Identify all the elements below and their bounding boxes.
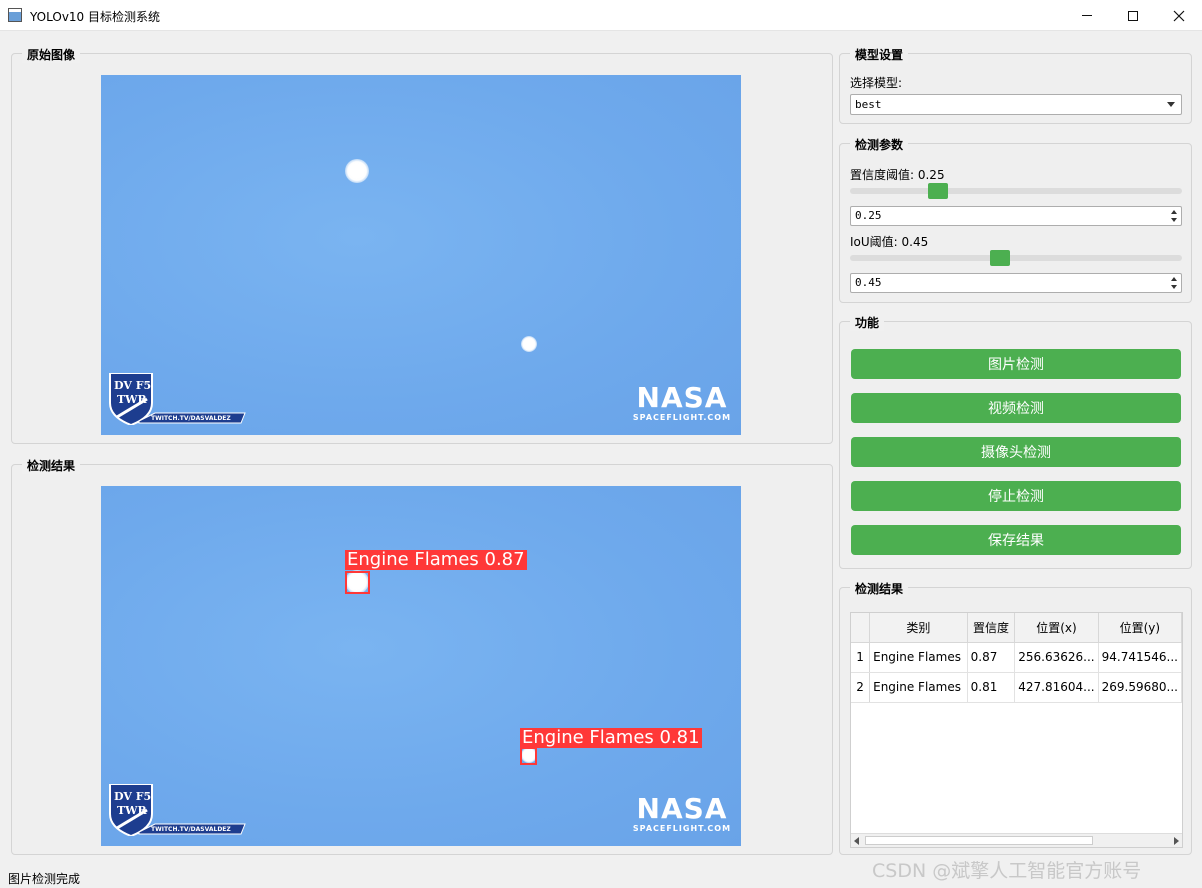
- results-table-panel: 检测结果 类别 置信度 位置(x) 位置(y) 1 Engine Flames …: [839, 580, 1192, 855]
- results-table[interactable]: 类别 置信度 位置(x) 位置(y) 1 Engine Flames 0.87 …: [850, 612, 1183, 848]
- conf-slider-handle[interactable]: [928, 183, 948, 199]
- detection-box-1: [345, 571, 370, 594]
- maximize-icon: [1128, 10, 1138, 21]
- model-select-label: 选择模型:: [850, 76, 903, 90]
- results-grid: 类别 置信度 位置(x) 位置(y) 1 Engine Flames 0.87 …: [851, 613, 1182, 703]
- original-image: DV F5 TWR TWITCH.TV/DASVALDEZ NASA SPACE…: [101, 75, 741, 435]
- conf-spinbox[interactable]: 0.25: [850, 206, 1182, 226]
- detection-result-title: 检测结果: [22, 457, 81, 474]
- camera-detect-button[interactable]: 摄像头检测: [851, 437, 1181, 467]
- stop-detect-button[interactable]: 停止检测: [851, 481, 1181, 511]
- cell-class[interactable]: Engine Flames: [869, 672, 968, 703]
- nasa-word: NASA: [636, 792, 728, 825]
- image-detect-button[interactable]: 图片检测: [851, 349, 1181, 379]
- header-class[interactable]: 类别: [869, 613, 968, 643]
- scroll-right-icon[interactable]: [1174, 837, 1179, 845]
- iou-slider[interactable]: [850, 250, 1182, 266]
- dv-line2: TWR: [117, 804, 147, 817]
- conf-slider[interactable]: [850, 183, 1182, 199]
- app-icon: [8, 8, 22, 22]
- detection-label-2: Engine Flames 0.81: [520, 727, 702, 748]
- conf-spinbox-value: 0.25: [855, 209, 882, 222]
- results-table-title: 检测结果: [850, 580, 909, 597]
- header-confidence[interactable]: 置信度: [967, 613, 1016, 643]
- minimize-icon: [1082, 15, 1092, 16]
- original-image-title: 原始图像: [22, 46, 81, 63]
- cell-pos-y[interactable]: 269.59680...: [1098, 672, 1182, 703]
- table-row[interactable]: 1 Engine Flames 0.87 256.63626... 94.741…: [851, 642, 1182, 673]
- spin-down-icon[interactable]: [1169, 283, 1179, 291]
- header-pos-y[interactable]: 位置(y): [1098, 613, 1182, 643]
- cell-confidence[interactable]: 0.87: [967, 642, 1016, 673]
- conf-threshold-label: 置信度阈值: 0.25: [850, 168, 945, 182]
- close-icon: [1173, 10, 1185, 21]
- spin-down-icon[interactable]: [1169, 216, 1179, 224]
- save-result-button[interactable]: 保存结果: [851, 525, 1181, 555]
- scroll-left-icon[interactable]: [854, 837, 859, 845]
- chevron-down-icon: [1167, 102, 1175, 107]
- table-corner[interactable]: [851, 613, 871, 643]
- original-image-panel: 原始图像 DV F5 TWR TWITCH.TV/DASVALDEZ NASA …: [11, 46, 833, 444]
- detection-result-panel: 检测结果 Engine Flames 0.87 Engine Flames 0.…: [11, 457, 833, 855]
- table-row[interactable]: 2 Engine Flames 0.81 427.81604... 269.59…: [851, 672, 1182, 703]
- iou-spinbox[interactable]: 0.45: [850, 273, 1182, 293]
- dv-url: TWITCH.TV/DASVALDEZ: [151, 826, 231, 833]
- title-bar: YOLOv10 目标检测系统: [0, 0, 1202, 31]
- minimize-button[interactable]: [1064, 0, 1110, 31]
- dv-url: TWITCH.TV/DASVALDEZ: [151, 415, 231, 422]
- detection-box-2: [520, 747, 537, 765]
- spin-up-icon[interactable]: [1169, 208, 1179, 216]
- cell-pos-x[interactable]: 256.63626...: [1014, 642, 1099, 673]
- row-index[interactable]: 1: [851, 642, 871, 673]
- nasa-word: NASA: [636, 381, 728, 414]
- dv-line1: DV F5: [114, 790, 152, 803]
- detection-label-1: Engine Flames 0.87: [345, 549, 527, 570]
- iou-slider-handle[interactable]: [990, 250, 1011, 266]
- flame-1: [345, 159, 369, 183]
- close-button[interactable]: [1156, 0, 1202, 31]
- flame-2: [521, 336, 537, 352]
- video-detect-button[interactable]: 视频检测: [851, 393, 1181, 423]
- cell-pos-x[interactable]: 427.81604...: [1014, 672, 1099, 703]
- cell-class[interactable]: Engine Flames: [869, 642, 968, 673]
- result-image: Engine Flames 0.87 Engine Flames 0.81 DV…: [101, 486, 741, 846]
- model-settings-title: 模型设置: [850, 46, 909, 63]
- page-watermark: CSDN @斌擎人工智能官方账号: [872, 860, 1142, 882]
- iou-threshold-label: IoU阈值: 0.45: [850, 235, 929, 249]
- nasa-logo: NASA SPACEFLIGHT.COM: [628, 383, 736, 427]
- spin-up-icon[interactable]: [1169, 275, 1179, 283]
- table-horizontal-scrollbar[interactable]: [851, 833, 1182, 847]
- model-select-value: best: [855, 98, 882, 111]
- iou-spinbox-value: 0.45: [855, 276, 882, 289]
- row-index[interactable]: 2: [851, 672, 871, 703]
- functions-panel: 功能 图片检测 视频检测 摄像头检测 停止检测 保存结果: [839, 314, 1192, 569]
- header-pos-x[interactable]: 位置(x): [1014, 613, 1099, 643]
- detection-params-title: 检测参数: [850, 136, 909, 153]
- cell-confidence[interactable]: 0.81: [967, 672, 1016, 703]
- window-title: YOLOv10 目标检测系统: [30, 10, 161, 24]
- dv-line2: TWR: [117, 393, 147, 406]
- nasa-sub: SPACEFLIGHT.COM: [632, 824, 732, 833]
- detection-params-panel: 检测参数 置信度阈值: 0.25 0.25 IoU阈值: 0.45 0.45: [839, 136, 1192, 303]
- table-header-row: 类别 置信度 位置(x) 位置(y): [851, 613, 1182, 643]
- nasa-sub: SPACEFLIGHT.COM: [632, 413, 732, 422]
- maximize-button[interactable]: [1110, 0, 1156, 31]
- scrollbar-thumb[interactable]: [865, 836, 1093, 845]
- cell-pos-y[interactable]: 94.741546...: [1098, 642, 1182, 673]
- functions-title: 功能: [850, 314, 885, 331]
- model-select[interactable]: best: [850, 94, 1182, 115]
- dv-line1: DV F5: [114, 379, 152, 392]
- model-settings-panel: 模型设置 选择模型: best: [839, 46, 1192, 124]
- nasa-logo: NASA SPACEFLIGHT.COM: [628, 794, 736, 838]
